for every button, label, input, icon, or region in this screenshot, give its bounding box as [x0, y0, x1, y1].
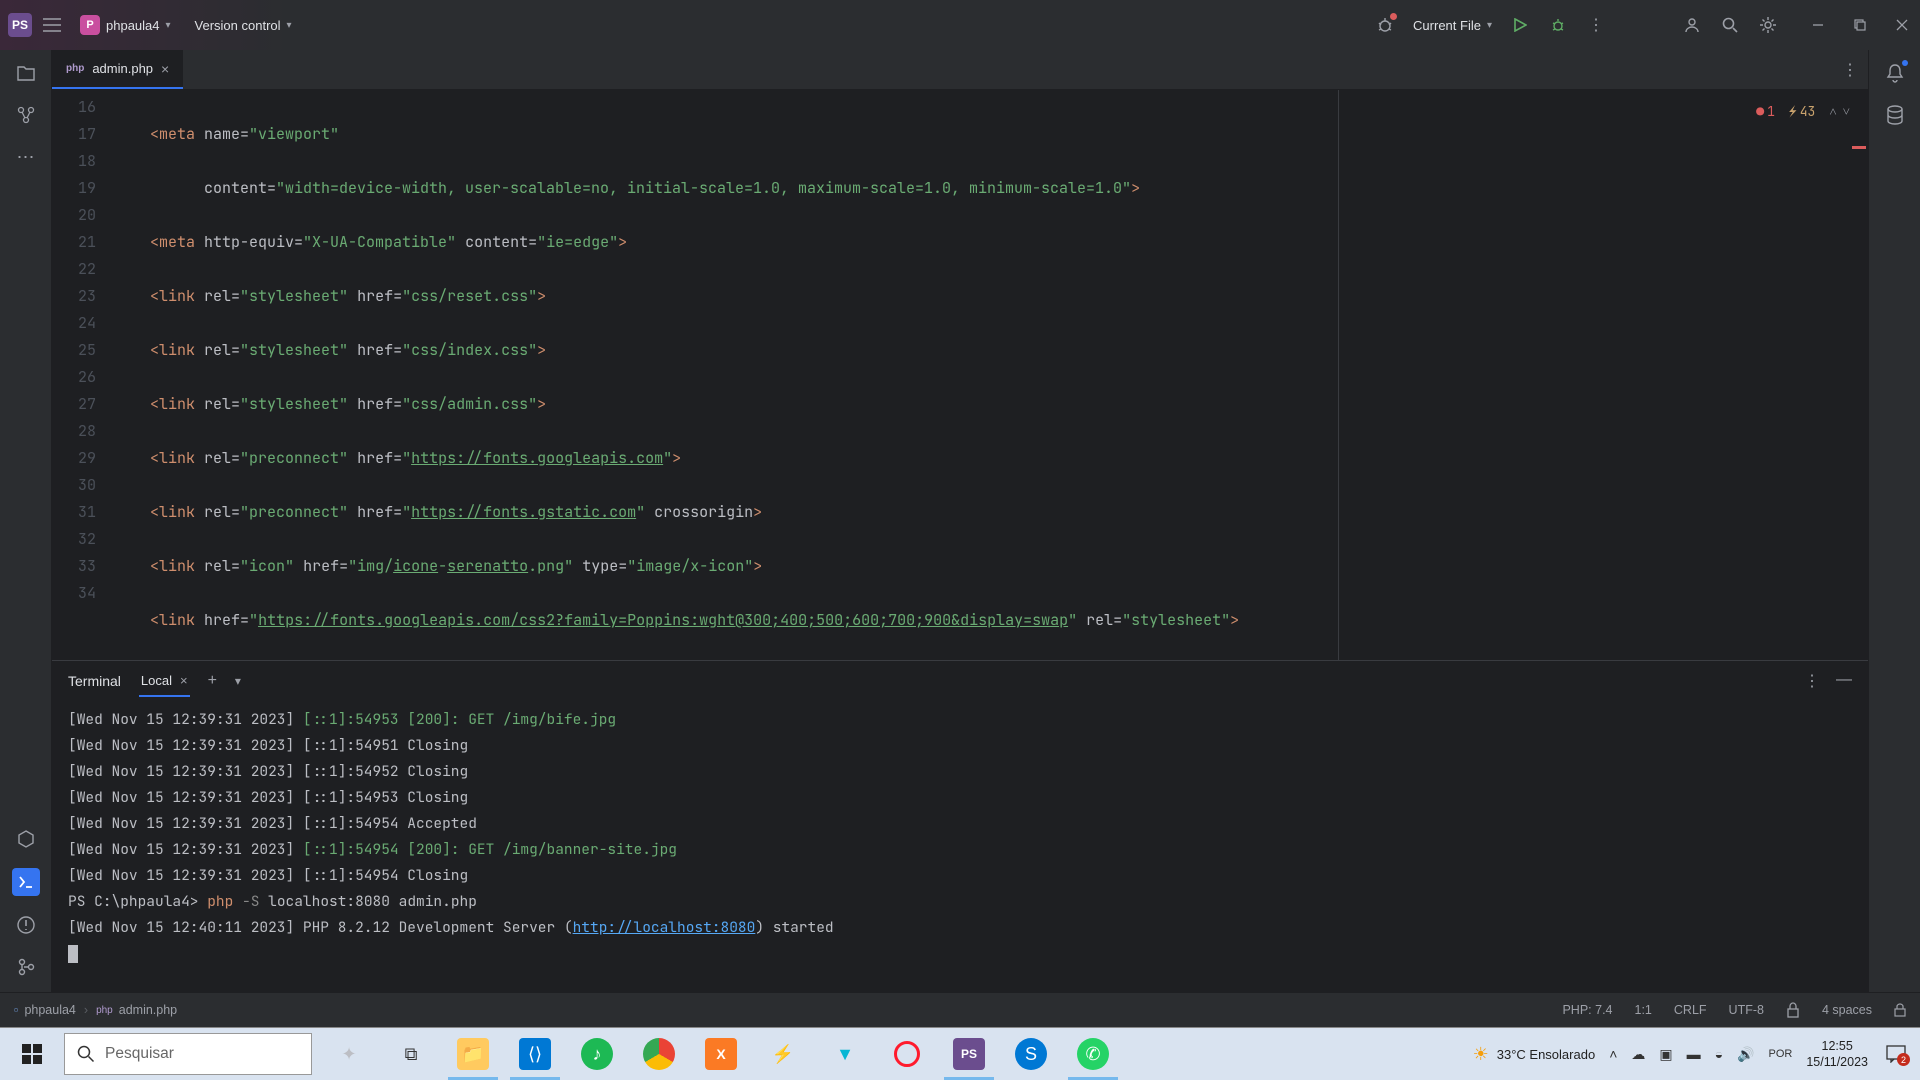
- taskbar-app-chrome[interactable]: [628, 1028, 690, 1080]
- terminal-tab-close-icon[interactable]: ×: [180, 673, 188, 688]
- search-icon: [77, 1045, 95, 1063]
- code-with-me-icon[interactable]: [1682, 15, 1702, 35]
- terminal-tab[interactable]: Local ×: [139, 666, 190, 697]
- version-control-menu[interactable]: Version control ▾: [187, 14, 300, 37]
- taskbar-search[interactable]: Pesquisar: [64, 1033, 312, 1075]
- right-tool-rail: [1868, 50, 1920, 992]
- terminal-panel: Terminal Local × + ▾ ⋮ — [Wed Nov 15 12:…: [52, 660, 1868, 992]
- settings-gear-icon[interactable]: [1758, 15, 1778, 35]
- taskbar-app-xampp[interactable]: X: [690, 1028, 752, 1080]
- structure-tool-icon[interactable]: [13, 102, 39, 128]
- services-tool-icon[interactable]: [13, 826, 39, 852]
- start-button[interactable]: [0, 1028, 64, 1080]
- next-highlight-icon[interactable]: ˅: [1843, 98, 1850, 125]
- terminal-minimize-icon[interactable]: —: [1836, 671, 1852, 691]
- terminal-title: Terminal: [68, 673, 121, 689]
- taskbar-app-opera[interactable]: [876, 1028, 938, 1080]
- breadcrumb-separator: ›: [84, 1003, 88, 1017]
- tab-filename: admin.php: [92, 61, 153, 76]
- windows-taskbar: Pesquisar ✦ ⧉ 📁 ⟨⟩ ♪ X ⚡ ▼ PS S ✆ ☀ 33°C…: [0, 1027, 1920, 1080]
- editor-area: php admin.php × ⋮ ● 1 ⚡43 ˄ ˅ 16171819202…: [52, 50, 1868, 992]
- left-tool-rail: ⋯: [0, 50, 52, 992]
- problems-tool-icon[interactable]: [13, 912, 39, 938]
- chevron-down-icon: ▾: [166, 20, 171, 31]
- debug-icon[interactable]: [1548, 15, 1568, 35]
- taskbar-clock[interactable]: 12:55 15/11/2023: [1806, 1038, 1868, 1070]
- run-configuration-selector[interactable]: Current File ▾: [1413, 18, 1492, 33]
- project-selector[interactable]: P phpaula4 ▾: [72, 11, 179, 39]
- more-tools-icon[interactable]: ⋯: [13, 144, 39, 170]
- editor-tab-bar: php admin.php × ⋮: [52, 50, 1868, 90]
- tray-volume-icon[interactable]: 🔊: [1737, 1046, 1754, 1063]
- inspection-widget[interactable]: ● 1 ⚡43 ˄ ˅: [1756, 98, 1850, 125]
- status-line-ending[interactable]: CRLF: [1674, 1003, 1707, 1017]
- status-indent[interactable]: 4 spaces: [1822, 1003, 1872, 1017]
- taskbar-app-explorer[interactable]: 📁: [442, 1028, 504, 1080]
- terminal-tool-icon[interactable]: [12, 868, 40, 896]
- ide-app-icon[interactable]: PS: [8, 13, 32, 37]
- chevron-down-icon: ▾: [287, 20, 292, 31]
- notifications-icon[interactable]: [1882, 60, 1908, 86]
- tray-onedrive-icon[interactable]: ☁: [1631, 1046, 1645, 1063]
- code-editor[interactable]: ● 1 ⚡43 ˄ ˅ 16171819202122232425262728293…: [52, 90, 1868, 660]
- taskbar-app-taskview[interactable]: ⧉: [380, 1028, 442, 1080]
- taskbar-app-cortana[interactable]: ✦: [318, 1028, 380, 1080]
- status-bar: ▫phpaula4 › phpadmin.php PHP: 7.4 1:1 CR…: [0, 992, 1920, 1027]
- vcs-tool-icon[interactable]: [13, 954, 39, 980]
- hamburger-menu-icon[interactable]: [40, 13, 64, 37]
- taskbar-app-lightning[interactable]: ⚡: [752, 1028, 814, 1080]
- taskbar-app-shield[interactable]: ▼: [814, 1028, 876, 1080]
- php-file-icon: php: [66, 63, 84, 74]
- taskbar-apps: ✦ ⧉ 📁 ⟨⟩ ♪ X ⚡ ▼ PS S ✆: [318, 1028, 1124, 1080]
- taskbar-app-vscode[interactable]: ⟨⟩: [504, 1028, 566, 1080]
- taskbar-app-skype[interactable]: S: [1000, 1028, 1062, 1080]
- terminal-header: Terminal Local × + ▾ ⋮ —: [52, 661, 1868, 701]
- terminal-add-icon[interactable]: +: [208, 672, 217, 690]
- taskbar-app-phpstorm[interactable]: PS: [938, 1028, 1000, 1080]
- status-php-version[interactable]: PHP: 7.4: [1562, 1003, 1612, 1017]
- warning-indicator[interactable]: ⚡43: [1789, 98, 1815, 125]
- titlebar: PS P phpaula4 ▾ Version control ▾ Curren…: [0, 0, 1920, 50]
- taskbar-app-spotify[interactable]: ♪: [566, 1028, 628, 1080]
- tab-options-icon[interactable]: ⋮: [1842, 60, 1858, 80]
- tray-chevron-icon[interactable]: ˄: [1609, 1046, 1617, 1062]
- terminal-output[interactable]: [Wed Nov 15 12:39:31 2023] [::1]:54953 […: [52, 701, 1868, 992]
- tray-wifi-icon[interactable]: ◒: [1715, 1046, 1723, 1062]
- more-icon[interactable]: ⋮: [1586, 15, 1606, 35]
- tray-language-icon[interactable]: POR: [1769, 1048, 1793, 1060]
- status-encoding[interactable]: UTF-8: [1729, 1003, 1764, 1017]
- system-tray: ☀ 33°C Ensolarado ˄ ☁ ▣ ▬ ◒ 🔊 POR 12:55 …: [1463, 1028, 1920, 1080]
- line-number-gutter: 16171819202122232425262728293031323334: [52, 90, 114, 660]
- close-icon[interactable]: [1892, 15, 1912, 35]
- action-center-icon[interactable]: [1882, 1040, 1910, 1068]
- maximize-icon[interactable]: [1850, 15, 1870, 35]
- lock-icon[interactable]: [1894, 1003, 1906, 1017]
- search-placeholder: Pesquisar: [105, 1045, 174, 1063]
- project-tool-icon[interactable]: [13, 60, 39, 86]
- readonly-toggle-icon[interactable]: [1786, 1002, 1800, 1018]
- chevron-down-icon: ▾: [1487, 20, 1492, 31]
- code-text[interactable]: <meta name="viewport" content="width=dev…: [114, 90, 1868, 660]
- editor-tab[interactable]: php admin.php ×: [52, 50, 183, 89]
- breadcrumb-project[interactable]: ▫phpaula4: [14, 1003, 76, 1017]
- tray-battery-icon[interactable]: ▬: [1687, 1046, 1701, 1062]
- weather-widget[interactable]: ☀ 33°C Ensolarado: [1473, 1044, 1596, 1065]
- database-tool-icon[interactable]: [1882, 102, 1908, 128]
- search-icon[interactable]: [1720, 15, 1740, 35]
- terminal-dropdown-icon[interactable]: ▾: [235, 674, 241, 688]
- tab-close-icon[interactable]: ×: [161, 61, 169, 77]
- tray-meet-icon[interactable]: ▣: [1659, 1046, 1672, 1063]
- debug-bug-icon[interactable]: [1375, 15, 1395, 35]
- run-icon[interactable]: [1510, 15, 1530, 35]
- project-name: phpaula4: [106, 18, 160, 33]
- error-indicator[interactable]: ● 1: [1756, 98, 1775, 125]
- terminal-options-icon[interactable]: ⋮: [1804, 671, 1820, 691]
- terminal-cursor: [68, 945, 78, 963]
- minimize-icon[interactable]: [1808, 15, 1828, 35]
- breadcrumb-file[interactable]: phpadmin.php: [96, 1003, 177, 1017]
- prev-highlight-icon[interactable]: ˄: [1829, 98, 1836, 125]
- status-caret-position[interactable]: 1:1: [1635, 1003, 1652, 1017]
- taskbar-app-whatsapp[interactable]: ✆: [1062, 1028, 1124, 1080]
